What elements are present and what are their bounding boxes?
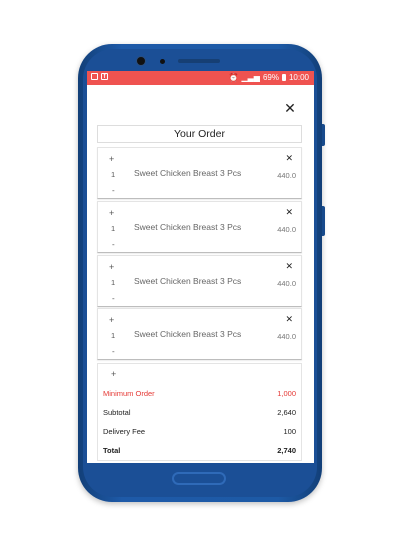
delivery-fee-value: 100 [283, 427, 296, 436]
volume-button [322, 206, 325, 236]
order-item: + 1 - Sweet Chicken Breast 3 Pcs 440.0 ✕ [97, 255, 302, 307]
item-quantity: 1 [111, 170, 116, 179]
item-price: 440.0 [277, 279, 296, 288]
order-item: + 1 - Sweet Chicken Breast 3 Pcs 440.0 ✕ [97, 201, 302, 253]
decrease-quantity-button[interactable]: - [112, 240, 115, 249]
subtotal-value: 2,640 [277, 408, 296, 417]
item-price: 440.0 [277, 171, 296, 180]
minimum-order-label: Minimum Order [103, 389, 155, 398]
order-item: + 1 - Sweet Chicken Breast 3 Pcs 440.0 ✕ [97, 308, 302, 360]
subtotal-label: Subtotal [103, 408, 131, 417]
increase-quantity-button[interactable]: + [109, 154, 114, 164]
power-button [322, 124, 325, 146]
decrease-quantity-button[interactable]: - [112, 186, 115, 195]
increase-quantity-button[interactable]: + [109, 315, 114, 325]
increase-quantity-button[interactable]: + [109, 262, 114, 272]
increase-quantity-button[interactable]: + [111, 369, 116, 379]
delivery-fee-label: Delivery Fee [103, 427, 146, 436]
item-quantity: 1 [111, 224, 116, 233]
decrease-quantity-button[interactable]: - [112, 347, 115, 356]
facebook-notification-icon: f [101, 73, 108, 80]
earpiece-speaker [178, 59, 220, 63]
item-price: 440.0 [277, 332, 296, 341]
item-name: Sweet Chicken Breast 3 Pcs [134, 168, 242, 178]
item-price: 440.0 [277, 225, 296, 234]
increase-quantity-button[interactable]: + [109, 208, 114, 218]
item-name: Sweet Chicken Breast 3 Pcs [134, 329, 242, 339]
sensor-icon [160, 59, 165, 64]
order-title: Your Order [97, 125, 302, 143]
remove-item-icon[interactable]: ✕ [285, 153, 293, 164]
item-quantity: 1 [111, 278, 116, 287]
battery-percent: 69% [262, 73, 279, 82]
item-name: Sweet Chicken Breast 3 Pcs [134, 222, 242, 232]
home-button[interactable] [172, 472, 226, 485]
status-bar: f ⏰ ▁▃▅ 69% 10:00 [87, 71, 314, 85]
item-name: Sweet Chicken Breast 3 Pcs [134, 276, 242, 286]
item-quantity: 1 [111, 331, 116, 340]
gallery-notification-icon [91, 73, 98, 80]
remove-item-icon[interactable]: ✕ [285, 207, 293, 218]
order-summary: + Minimum Order 1,000 Subtotal 2,640 Del… [97, 363, 302, 461]
close-icon[interactable]: ✕ [283, 101, 297, 115]
battery-icon [281, 74, 286, 81]
order-item: + 1 - Sweet Chicken Breast 3 Pcs 440.0 ✕ [97, 147, 302, 199]
signal-icon: ▁▃▅ [241, 73, 260, 82]
clock: 10:00 [288, 73, 309, 82]
total-label: Total [103, 446, 121, 455]
alarm-icon: ⏰ [228, 73, 239, 82]
total-value: 2,740 [277, 446, 296, 455]
minimum-order-value: 1,000 [277, 389, 296, 398]
decrease-quantity-button[interactable]: - [112, 294, 115, 303]
front-camera-icon [136, 56, 146, 66]
remove-item-icon[interactable]: ✕ [285, 314, 293, 325]
app-screen: f ⏰ ▁▃▅ 69% 10:00 ✕ Your Order + 1 - Swe… [87, 71, 314, 463]
remove-item-icon[interactable]: ✕ [285, 261, 293, 272]
